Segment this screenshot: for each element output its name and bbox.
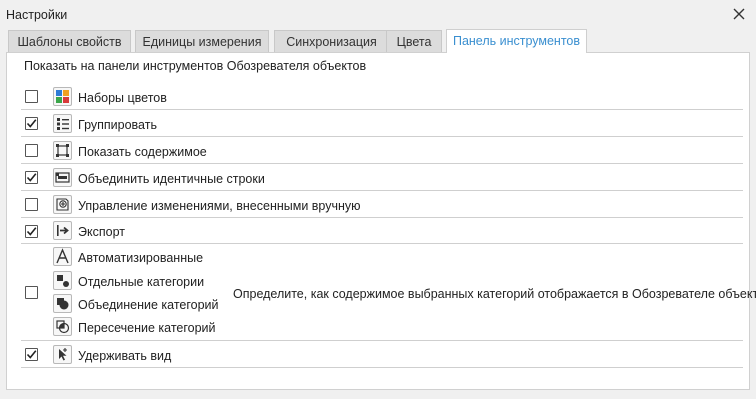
intersect-categories-icon (53, 317, 72, 336)
color-sets-checkbox[interactable] (25, 90, 38, 103)
merge-rows-checkbox[interactable] (25, 171, 38, 184)
option-row-color-sets: Наборы цветов (21, 83, 743, 110)
union-categories-label: Объединение категорий (78, 298, 219, 312)
panel-heading: Показать на панели инструментов Обозрева… (24, 59, 367, 73)
keep-view-icon (53, 345, 72, 364)
option-row-show-contents: Показать содержимое (21, 137, 743, 164)
show-contents-checkbox[interactable] (25, 144, 38, 157)
export-checkbox[interactable] (25, 225, 38, 238)
automatic-icon (53, 247, 72, 266)
color-sets-label: Наборы цветов (78, 91, 167, 105)
automatic-label: Автоматизированные (78, 251, 204, 265)
keep-view-label: Удерживать вид (78, 349, 172, 363)
manual-changes-label: Управление изменениями, внесенными вручн… (78, 199, 361, 213)
group-checkbox[interactable] (25, 117, 38, 130)
separate-categories-label: Отдельные категории (78, 275, 205, 289)
tab-toolbar[interactable]: Панель инструментов (446, 29, 587, 53)
export-label: Экспорт (78, 225, 125, 239)
merge-rows-label: Объединить идентичные строки (78, 172, 265, 186)
window-title: Настройки (6, 8, 68, 22)
option-row-manual-changes: Управление изменениями, внесенными вручн… (21, 191, 743, 218)
tab-synchronization[interactable]: Синхронизация (274, 30, 389, 52)
union-categories-icon (53, 294, 72, 313)
option-row-group: Группировать (21, 110, 743, 137)
keep-view-checkbox[interactable] (25, 348, 38, 361)
option-row-merge-rows: Объединить идентичные строки (21, 164, 743, 191)
tab-units[interactable]: Единицы измерения (135, 30, 269, 52)
show-contents-label: Показать содержимое (78, 145, 207, 159)
close-icon[interactable] (730, 5, 748, 23)
toolbar-settings-panel: Показать на панели инструментов Обозрева… (6, 52, 756, 390)
manual-changes-checkbox[interactable] (25, 198, 38, 211)
show-contents-icon (53, 141, 72, 160)
separate-categories-icon (53, 271, 72, 290)
option-row-category-display: Автоматизированные Отдельные категории О… (21, 244, 756, 341)
group-list-icon (53, 114, 72, 133)
merge-rows-icon (53, 168, 72, 187)
tab-colors[interactable]: Цвета (386, 30, 442, 52)
manual-changes-icon (53, 195, 72, 214)
title-bar: Настройки (0, 0, 756, 30)
option-row-export: Экспорт (21, 218, 743, 244)
tab-property-templates[interactable]: Шаблоны свойств (8, 30, 131, 52)
intersect-categories-label: Пересечение категорий (78, 321, 216, 335)
option-row-keep-view: Удерживать вид (21, 341, 743, 368)
export-icon (53, 221, 72, 240)
category-display-description: Определите, как содержимое выбранных кат… (233, 287, 756, 301)
group-label: Группировать (78, 118, 157, 132)
color-sets-icon (53, 87, 72, 106)
category-display-checkbox[interactable] (25, 286, 38, 299)
